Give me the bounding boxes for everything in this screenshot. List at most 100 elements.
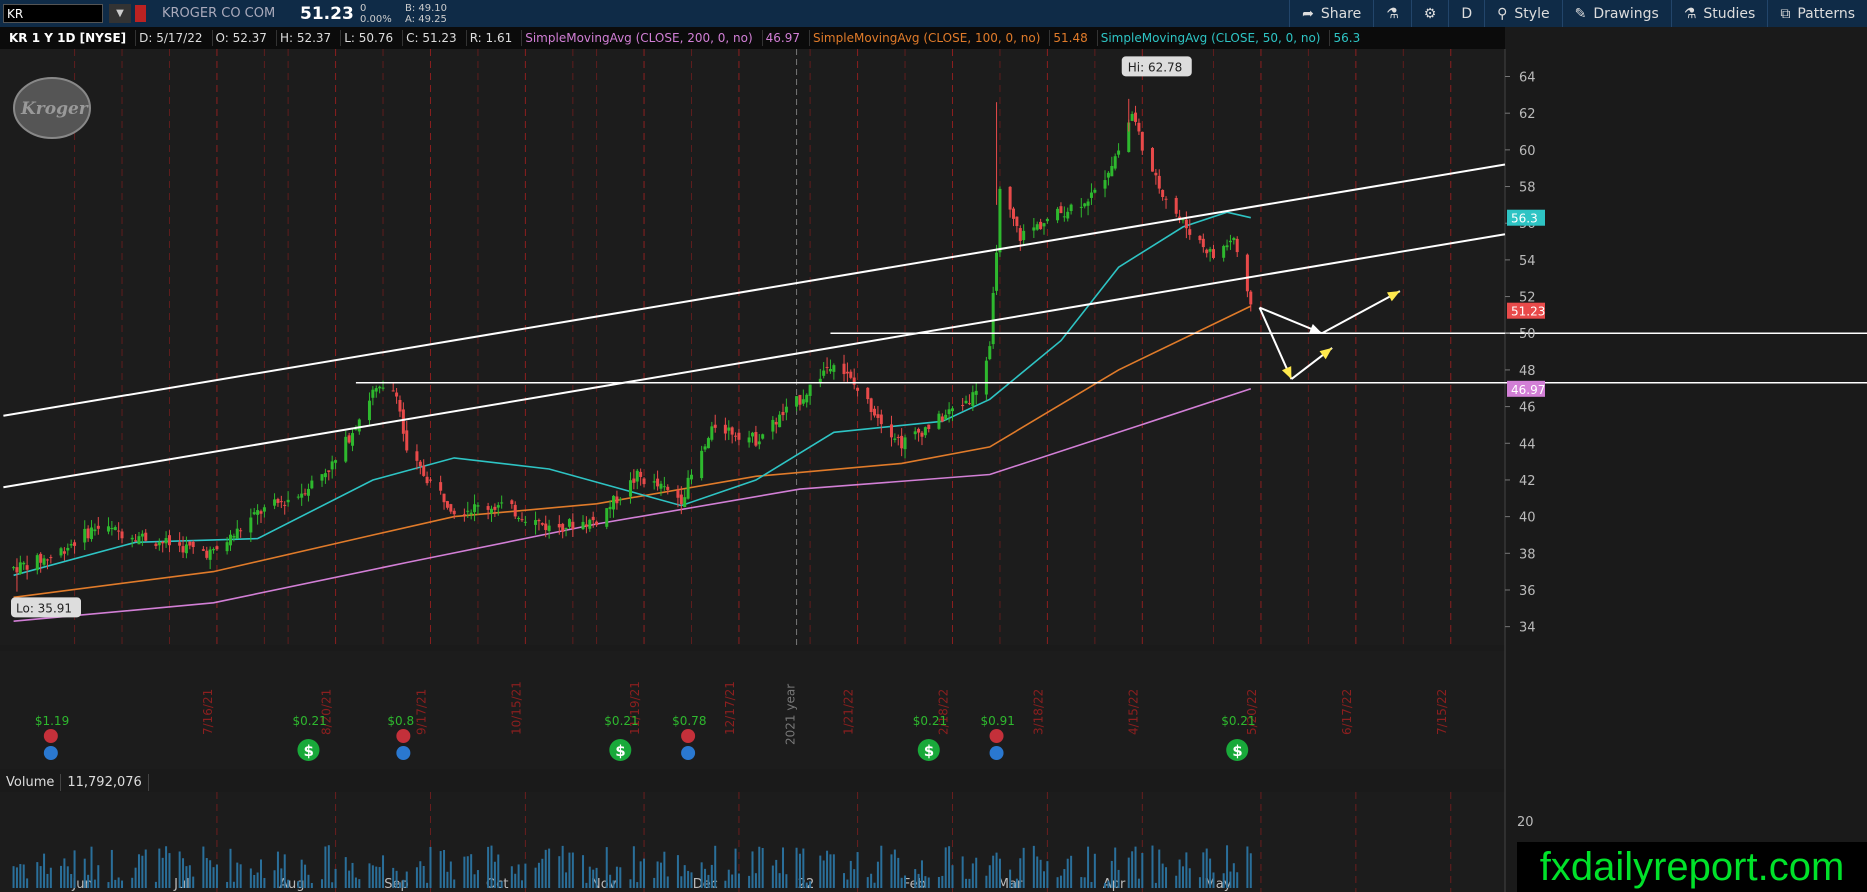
candle-body bbox=[1164, 198, 1168, 200]
price-tag bbox=[1507, 302, 1545, 319]
patterns-button[interactable]: ⧉ Patterns bbox=[1767, 0, 1867, 27]
candle-body bbox=[330, 461, 334, 470]
volume-bar bbox=[263, 877, 266, 888]
volume-bar bbox=[659, 862, 662, 888]
volume-bar bbox=[1134, 846, 1137, 888]
settings-button[interactable]: ⚙ bbox=[1410, 0, 1449, 27]
pencil-icon: ✎ bbox=[1574, 5, 1587, 22]
style-button[interactable]: ⚲ Style bbox=[1484, 0, 1561, 27]
candle-body bbox=[178, 542, 182, 546]
volume-bar bbox=[226, 881, 229, 888]
candle-body bbox=[1208, 248, 1212, 252]
candle-body bbox=[161, 541, 165, 544]
volume-bar bbox=[588, 866, 591, 888]
studies-button[interactable]: ⚗ Studies bbox=[1670, 0, 1768, 27]
volume-bar bbox=[473, 874, 476, 888]
candle-body bbox=[181, 546, 185, 553]
candle-body bbox=[1127, 122, 1131, 152]
candle-body bbox=[971, 392, 975, 406]
y-tick-label: 54 bbox=[1519, 254, 1536, 269]
volume-bar bbox=[612, 880, 615, 888]
period-button[interactable]: D bbox=[1448, 0, 1484, 27]
date-marker-label: 10/15/21 bbox=[509, 681, 523, 735]
volume-bar bbox=[304, 864, 307, 888]
volume-bar bbox=[1083, 877, 1086, 888]
volume-bar bbox=[643, 858, 646, 888]
share-button[interactable]: ➦ Share bbox=[1289, 0, 1373, 27]
candle-body bbox=[489, 508, 493, 514]
sma200-line bbox=[13, 388, 1252, 622]
candle-body bbox=[754, 432, 758, 446]
volume-bar bbox=[382, 855, 385, 888]
sma100-value: 51.48 bbox=[1049, 30, 1090, 46]
y-tick-label: 48 bbox=[1519, 364, 1536, 379]
sma100-line bbox=[13, 305, 1252, 599]
volume-bar bbox=[992, 855, 995, 888]
candle-body bbox=[215, 546, 219, 550]
candle-body bbox=[395, 392, 399, 397]
y-tick-label: 50 bbox=[1519, 327, 1536, 342]
candle-body bbox=[761, 434, 765, 439]
candle-body bbox=[967, 403, 971, 405]
candle-body bbox=[947, 409, 951, 415]
volume-bar bbox=[1070, 855, 1073, 888]
x-tick-label: May bbox=[1205, 877, 1232, 892]
volume-bar bbox=[137, 854, 140, 888]
volume-bar bbox=[771, 865, 774, 888]
volume-bar bbox=[310, 882, 313, 888]
candle-body bbox=[734, 435, 738, 437]
candle-body bbox=[557, 523, 561, 528]
flask-button[interactable]: ⚗ bbox=[1373, 0, 1411, 27]
candle-body bbox=[381, 387, 385, 389]
drawings-button[interactable]: ✎ Drawings bbox=[1561, 0, 1671, 27]
link-flag-icon[interactable] bbox=[135, 5, 146, 22]
volume-bar bbox=[544, 849, 547, 888]
volume-bar bbox=[348, 870, 351, 888]
candle-body bbox=[913, 431, 917, 435]
sma200-label[interactable]: SimpleMovingAvg (CLOSE, 200, 0, no) bbox=[521, 30, 755, 46]
projection-arrow-head bbox=[1281, 366, 1292, 380]
volume-bar bbox=[1222, 873, 1225, 888]
candle-body bbox=[774, 421, 778, 425]
candle-body bbox=[900, 435, 904, 449]
date-marker-label: 1/21/22 bbox=[842, 689, 856, 735]
symbol-dropdown-button[interactable]: ▼ bbox=[109, 4, 131, 23]
candle-body bbox=[225, 542, 229, 552]
volume-bar bbox=[87, 874, 90, 888]
volume-bar bbox=[537, 862, 540, 888]
candle-body bbox=[1188, 229, 1192, 235]
price-chart[interactable]: 7/16/21 8/20/21 9/17/21 10/15/21 11/19/21 12/… bbox=[0, 0, 1867, 892]
volume-bar bbox=[829, 854, 832, 888]
y-tick-label: 52 bbox=[1519, 291, 1536, 306]
candle-body bbox=[273, 499, 277, 506]
symbol-input[interactable] bbox=[3, 4, 103, 23]
candle-body bbox=[605, 508, 609, 527]
candle-body bbox=[120, 531, 124, 539]
candle-body bbox=[547, 525, 551, 532]
volume-bar bbox=[273, 870, 276, 888]
date-marker-label: 8/20/21 bbox=[320, 689, 334, 735]
candle-body bbox=[93, 529, 97, 532]
y-tick-label: 64 bbox=[1519, 71, 1536, 86]
candle-body bbox=[608, 506, 612, 510]
date-marker-label: 7/16/21 bbox=[201, 689, 215, 735]
sma100-label[interactable]: SimpleMovingAvg (CLOSE, 100, 0, no) bbox=[808, 30, 1043, 46]
volume-bar bbox=[449, 861, 452, 888]
volume-bar bbox=[497, 854, 500, 888]
volume-bar bbox=[798, 853, 801, 888]
volume-bar bbox=[809, 881, 812, 888]
split-icon bbox=[681, 746, 696, 760]
candle-body bbox=[1157, 175, 1161, 189]
sma50-label[interactable]: SimpleMovingAvg (CLOSE, 50, 0, no) bbox=[1096, 30, 1324, 46]
volume-bar bbox=[853, 869, 856, 888]
dividend-label: $0.21 bbox=[292, 714, 326, 728]
candle-body bbox=[842, 363, 846, 375]
candle-body bbox=[42, 558, 46, 565]
volume-bar bbox=[1158, 849, 1161, 888]
candle-body bbox=[374, 388, 378, 392]
date-marker-label: 4/15/22 bbox=[1126, 689, 1140, 735]
volume-bar bbox=[144, 849, 147, 888]
candle-body bbox=[1211, 249, 1215, 258]
y-tick-label: 42 bbox=[1519, 474, 1536, 489]
volume-bar bbox=[751, 851, 754, 888]
